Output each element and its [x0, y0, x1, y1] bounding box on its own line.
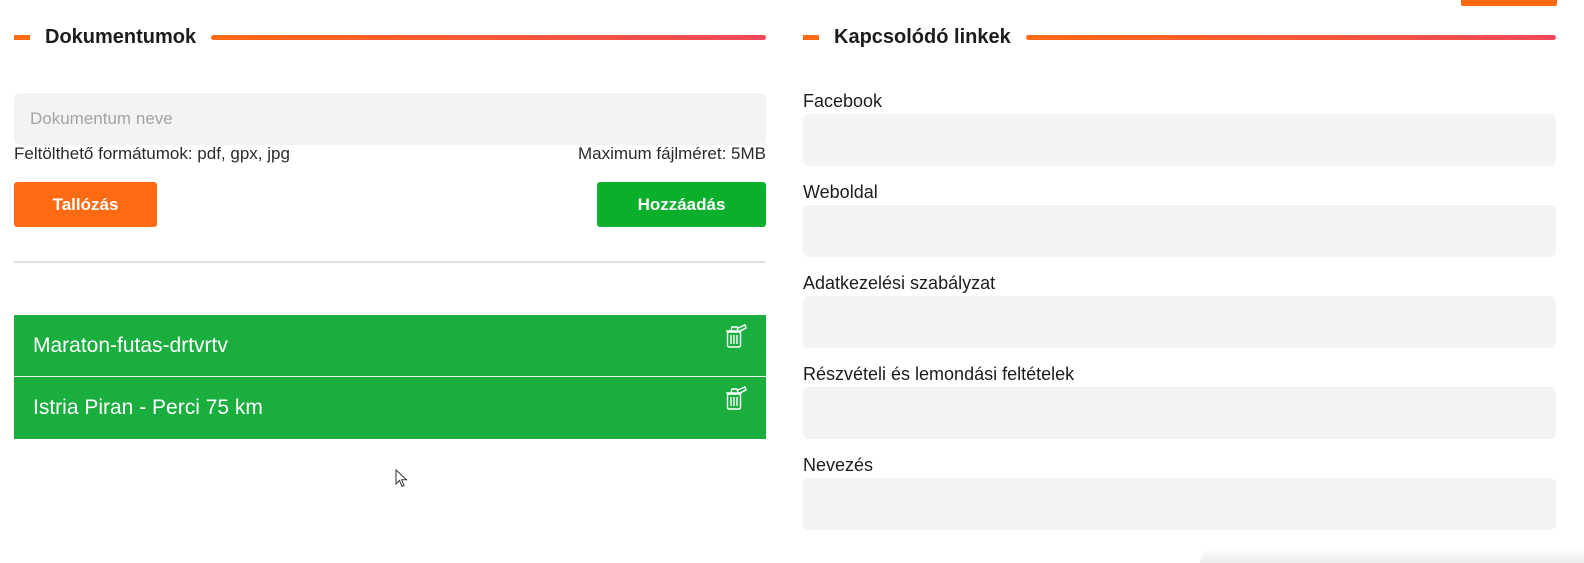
- facebook-label: Facebook: [803, 91, 883, 111]
- header-line: [1025, 34, 1556, 40]
- max-size-hint: Maximum fájlméret: 5MB: [578, 144, 766, 163]
- trash-icon[interactable]: [723, 323, 749, 349]
- links-section-header: Kapcsolódó linkek: [803, 22, 1556, 52]
- terms-label: Részvételi és lemondási feltételek: [803, 364, 1075, 384]
- mouse-cursor-icon: [395, 469, 408, 488]
- documents-section-header: Dokumentumok: [14, 22, 766, 52]
- document-name-input[interactable]: [14, 93, 766, 145]
- website-input[interactable]: [803, 205, 1556, 257]
- add-button[interactable]: Hozzáadás: [597, 182, 766, 227]
- browse-button[interactable]: Tallózás: [14, 182, 157, 227]
- document-list-item[interactable]: Istria Piran - Perci 75 km: [14, 377, 766, 439]
- document-name: Istria Piran - Perci 75 km: [33, 396, 263, 419]
- facebook-input[interactable]: [803, 114, 1556, 166]
- header-dash: [14, 34, 30, 40]
- document-name: Maraton-futas-drtvrtv: [33, 333, 228, 357]
- top-accent-bar: [1461, 0, 1557, 6]
- website-label: Weboldal: [803, 182, 878, 202]
- formats-hint: Feltölthető formátumok: pdf, gpx, jpg: [14, 144, 290, 163]
- divider: [14, 261, 766, 263]
- header-line: [211, 34, 766, 40]
- privacy-policy-label: Adatkezelési szabályzat: [803, 273, 996, 293]
- floating-panel-edge: [1200, 548, 1584, 563]
- links-title: Kapcsolódó linkek: [834, 25, 1011, 48]
- trash-icon[interactable]: [723, 385, 749, 411]
- documents-title: Dokumentumok: [45, 25, 197, 48]
- registration-input[interactable]: [803, 478, 1556, 530]
- header-dash: [803, 34, 819, 40]
- terms-input[interactable]: [803, 387, 1556, 439]
- privacy-policy-input[interactable]: [803, 296, 1556, 348]
- document-list: Maraton-futas-drtvrtv Istria Piran - Per…: [14, 315, 766, 439]
- registration-label: Nevezés: [803, 455, 874, 475]
- document-list-item[interactable]: Maraton-futas-drtvrtv: [14, 315, 766, 377]
